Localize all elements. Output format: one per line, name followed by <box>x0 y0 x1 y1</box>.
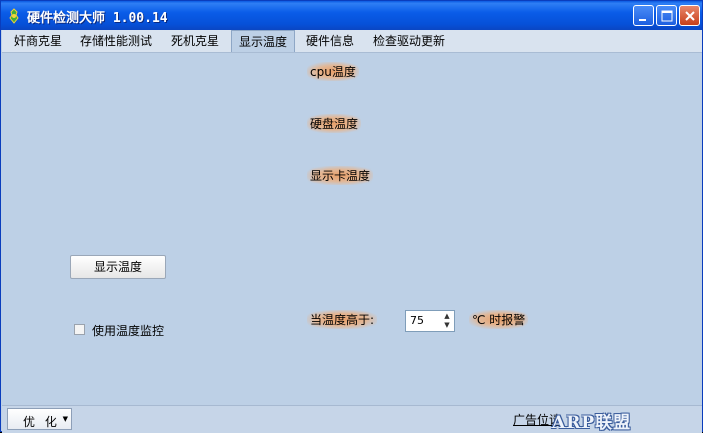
chevron-down-icon: ▼ <box>62 415 68 423</box>
tab-storage-benchmark[interactable]: 存储性能测试 <box>79 32 153 51</box>
spinner-down-icon[interactable]: ▼ <box>441 321 453 330</box>
tab-crash-fix[interactable]: 死机克星 <box>170 32 220 51</box>
alarm-suffix-label: ℃ 时报警 <box>469 310 529 329</box>
app-icon <box>9 8 19 24</box>
alarm-threshold-value: 75 <box>410 314 424 327</box>
temperature-monitor-checkbox[interactable] <box>74 324 85 335</box>
cpu-temperature-label: cpu温度 <box>307 62 359 81</box>
alarm-threshold-label: 当温度高于: <box>307 310 378 329</box>
maximize-icon <box>661 10 673 22</box>
tab-hardware-info[interactable]: 硬件信息 <box>305 32 355 51</box>
gpu-temperature-label: 显示卡温度 <box>307 166 374 185</box>
minimize-button[interactable] <box>633 5 654 26</box>
close-button[interactable] <box>679 5 700 26</box>
close-icon <box>685 11 695 21</box>
spinner-arrows[interactable]: ▲ ▼ <box>441 312 453 330</box>
minimize-icon <box>639 19 646 21</box>
tab-show-temperature[interactable]: 显示温度 <box>231 30 295 52</box>
optimize-dropdown[interactable]: 优 化 ▼ <box>7 408 72 430</box>
title-bar[interactable]: 硬件检测大师 1.00.14 <box>1 1 702 30</box>
alarm-threshold-spinner[interactable]: 75 ▲ ▼ <box>405 310 455 332</box>
window-title: 硬件检测大师 1.00.14 <box>27 11 168 26</box>
maximize-button[interactable] <box>656 5 677 26</box>
app-window: 硬件检测大师 1.00.14 奸商克星 存储性能测试 死机克星 显示温度 硬件信… <box>0 0 703 433</box>
optimize-label: 优 化 <box>23 415 60 429</box>
tab-driver-update[interactable]: 检查驱动更新 <box>372 32 446 51</box>
temperature-monitor-label: 使用温度监控 <box>92 324 165 338</box>
show-temperature-button[interactable]: 显示温度 <box>70 255 166 279</box>
spinner-up-icon[interactable]: ▲ <box>441 312 453 321</box>
watermark-text: ARP联盟 <box>552 413 632 433</box>
watermark-logo: ARP联盟 <box>552 407 702 433</box>
disk-temperature-label: 硬盘温度 <box>307 114 362 133</box>
tab-strip: 奸商克星 存储性能测试 死机克星 显示温度 硬件信息 检查驱动更新 <box>2 30 702 53</box>
tab-anti-scam[interactable]: 奸商克星 <box>13 32 63 51</box>
